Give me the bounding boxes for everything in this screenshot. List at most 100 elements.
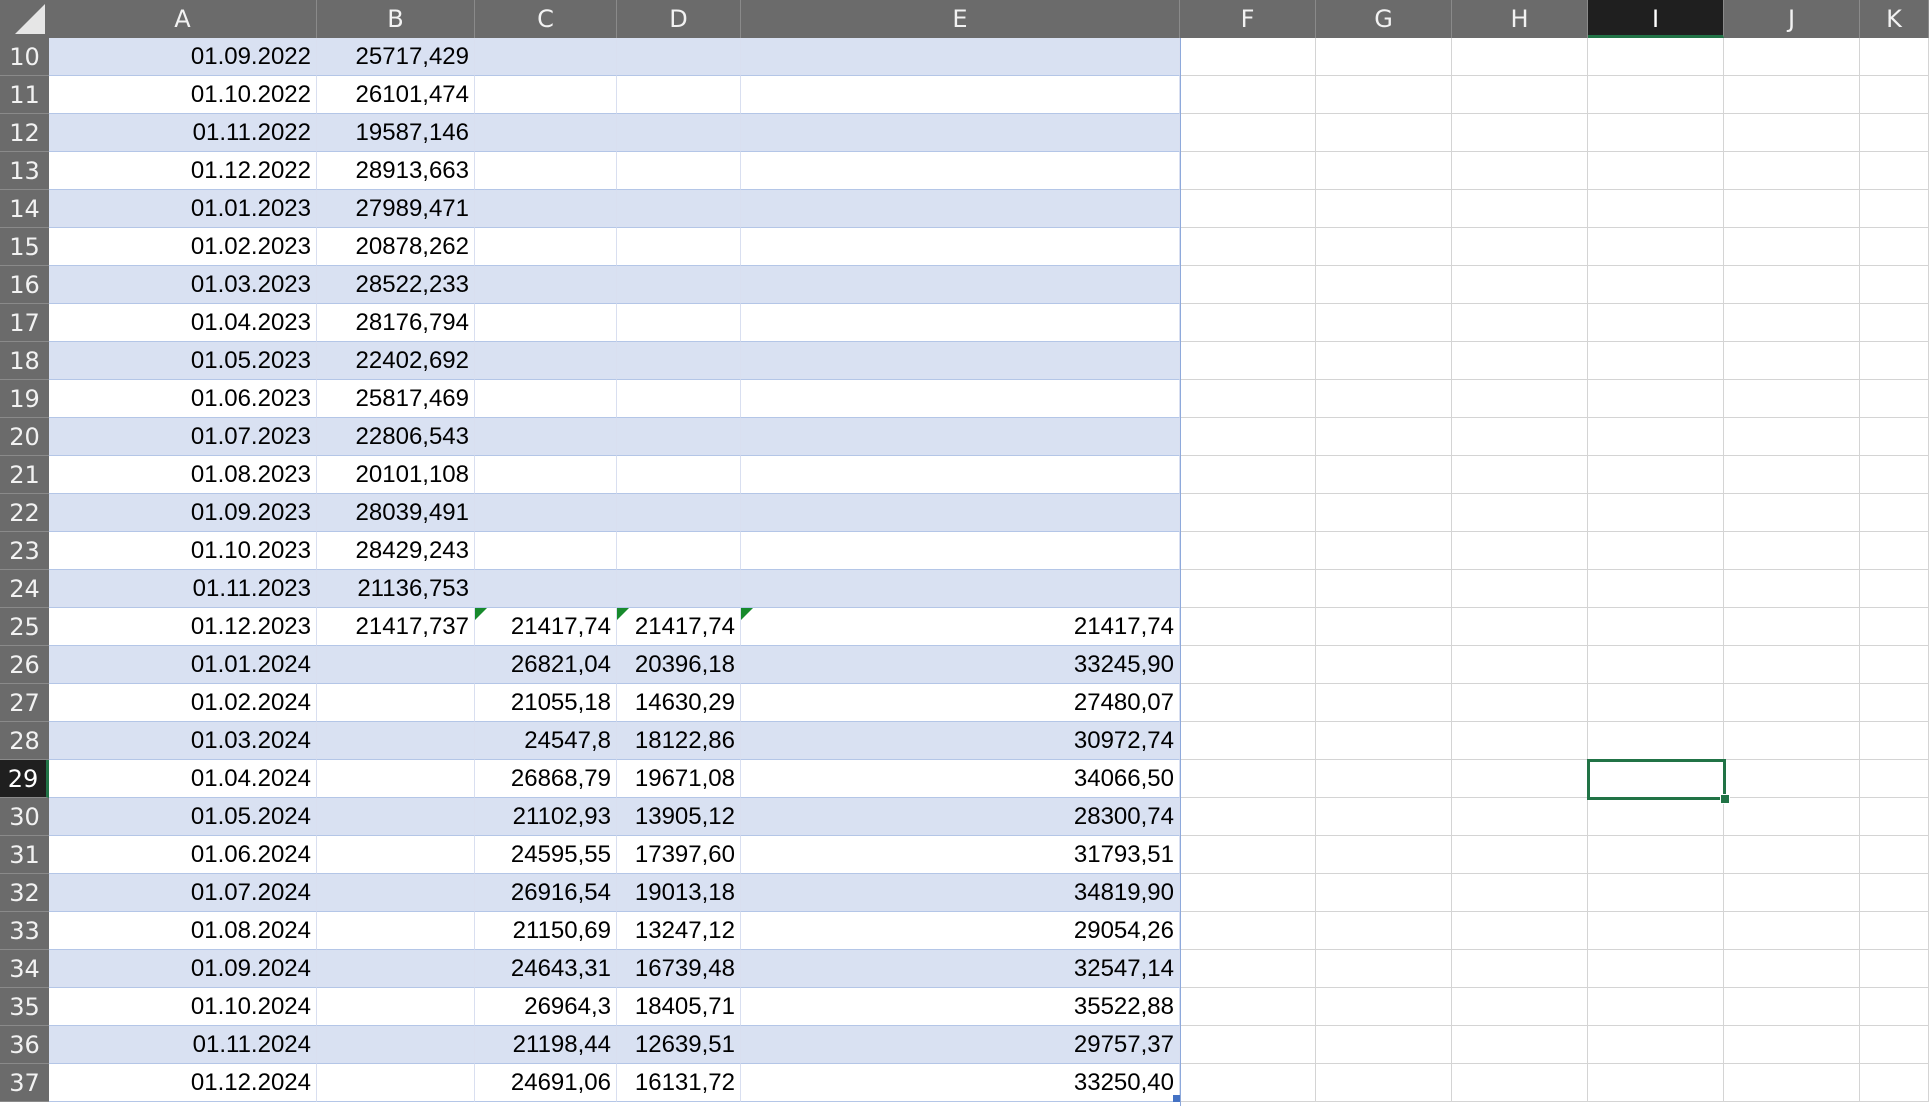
cell-b28[interactable] bbox=[317, 722, 475, 760]
select-all-button[interactable] bbox=[0, 0, 49, 38]
cell-d28[interactable]: 18122,86 bbox=[617, 722, 741, 760]
cell-j21[interactable] bbox=[1724, 456, 1860, 494]
cell-a22[interactable]: 01.09.2023 bbox=[49, 494, 317, 532]
cell-i21[interactable] bbox=[1588, 456, 1724, 494]
cell-k14[interactable] bbox=[1860, 190, 1929, 228]
row-header[interactable]: 35 bbox=[0, 988, 49, 1026]
row-header[interactable]: 36 bbox=[0, 1026, 49, 1064]
cell-j10[interactable] bbox=[1724, 38, 1860, 76]
cell-b20[interactable]: 22806,543 bbox=[317, 418, 475, 456]
cell-g16[interactable] bbox=[1316, 266, 1452, 304]
cell-b25[interactable]: 21417,737 bbox=[317, 608, 475, 646]
cell-f35[interactable] bbox=[1180, 988, 1316, 1026]
row-header[interactable]: 19 bbox=[0, 380, 49, 418]
cell-b23[interactable]: 28429,243 bbox=[317, 532, 475, 570]
cell-i30[interactable] bbox=[1588, 798, 1724, 836]
cell-c17[interactable] bbox=[475, 304, 617, 342]
column-header-f[interactable]: F bbox=[1180, 0, 1316, 38]
cell-e18[interactable] bbox=[741, 342, 1180, 380]
cell-a16[interactable]: 01.03.2023 bbox=[49, 266, 317, 304]
cell-h28[interactable] bbox=[1452, 722, 1588, 760]
cell-d27[interactable]: 14630,29 bbox=[617, 684, 741, 722]
row-header[interactable]: 22 bbox=[0, 494, 49, 532]
cell-h36[interactable] bbox=[1452, 1026, 1588, 1064]
cell-g33[interactable] bbox=[1316, 912, 1452, 950]
cell-a12[interactable]: 01.11.2022 bbox=[49, 114, 317, 152]
cell-c29[interactable]: 26868,79 bbox=[475, 760, 617, 798]
cell-h24[interactable] bbox=[1452, 570, 1588, 608]
cell-i17[interactable] bbox=[1588, 304, 1724, 342]
cell-k31[interactable] bbox=[1860, 836, 1929, 874]
cell-i16[interactable] bbox=[1588, 266, 1724, 304]
cell-b15[interactable]: 20878,262 bbox=[317, 228, 475, 266]
cell-i31[interactable] bbox=[1588, 836, 1724, 874]
cell-h12[interactable] bbox=[1452, 114, 1588, 152]
row-header[interactable]: 10 bbox=[0, 38, 49, 76]
cell-g32[interactable] bbox=[1316, 874, 1452, 912]
cell-h18[interactable] bbox=[1452, 342, 1588, 380]
cell-i23[interactable] bbox=[1588, 532, 1724, 570]
cell-a11[interactable]: 01.10.2022 bbox=[49, 76, 317, 114]
cell-f29[interactable] bbox=[1180, 760, 1316, 798]
cell-g11[interactable] bbox=[1316, 76, 1452, 114]
cell-d29[interactable]: 19671,08 bbox=[617, 760, 741, 798]
cell-g25[interactable] bbox=[1316, 608, 1452, 646]
cell-j31[interactable] bbox=[1724, 836, 1860, 874]
cell-f34[interactable] bbox=[1180, 950, 1316, 988]
cell-d13[interactable] bbox=[617, 152, 741, 190]
cell-g22[interactable] bbox=[1316, 494, 1452, 532]
cell-b18[interactable]: 22402,692 bbox=[317, 342, 475, 380]
cell-i11[interactable] bbox=[1588, 76, 1724, 114]
cell-b11[interactable]: 26101,474 bbox=[317, 76, 475, 114]
row-header[interactable]: 23 bbox=[0, 532, 49, 570]
cell-c23[interactable] bbox=[475, 532, 617, 570]
cell-k28[interactable] bbox=[1860, 722, 1929, 760]
cell-e23[interactable] bbox=[741, 532, 1180, 570]
cell-f31[interactable] bbox=[1180, 836, 1316, 874]
cell-a18[interactable]: 01.05.2023 bbox=[49, 342, 317, 380]
cell-k18[interactable] bbox=[1860, 342, 1929, 380]
cell-c13[interactable] bbox=[475, 152, 617, 190]
cell-c21[interactable] bbox=[475, 456, 617, 494]
cell-h30[interactable] bbox=[1452, 798, 1588, 836]
cell-c27[interactable]: 21055,18 bbox=[475, 684, 617, 722]
cell-c37[interactable]: 24691,06 bbox=[475, 1064, 617, 1102]
cell-k10[interactable] bbox=[1860, 38, 1929, 76]
row-header[interactable]: 37 bbox=[0, 1064, 49, 1102]
cell-e24[interactable] bbox=[741, 570, 1180, 608]
error-indicator-icon[interactable] bbox=[475, 608, 487, 620]
cell-f27[interactable] bbox=[1180, 684, 1316, 722]
cell-i34[interactable] bbox=[1588, 950, 1724, 988]
cell-j33[interactable] bbox=[1724, 912, 1860, 950]
cell-i15[interactable] bbox=[1588, 228, 1724, 266]
cell-j23[interactable] bbox=[1724, 532, 1860, 570]
row-header[interactable]: 21 bbox=[0, 456, 49, 494]
cell-b17[interactable]: 28176,794 bbox=[317, 304, 475, 342]
cell-f26[interactable] bbox=[1180, 646, 1316, 684]
cell-d24[interactable] bbox=[617, 570, 741, 608]
cell-c20[interactable] bbox=[475, 418, 617, 456]
cell-h20[interactable] bbox=[1452, 418, 1588, 456]
cell-k36[interactable] bbox=[1860, 1026, 1929, 1064]
cell-a29[interactable]: 01.04.2024 bbox=[49, 760, 317, 798]
row-header[interactable]: 13 bbox=[0, 152, 49, 190]
cell-c26[interactable]: 26821,04 bbox=[475, 646, 617, 684]
cell-k32[interactable] bbox=[1860, 874, 1929, 912]
row-header[interactable]: 32 bbox=[0, 874, 49, 912]
cell-k25[interactable] bbox=[1860, 608, 1929, 646]
cell-a34[interactable]: 01.09.2024 bbox=[49, 950, 317, 988]
cell-j22[interactable] bbox=[1724, 494, 1860, 532]
cell-j25[interactable] bbox=[1724, 608, 1860, 646]
row-header[interactable]: 30 bbox=[0, 798, 49, 836]
row-header[interactable]: 31 bbox=[0, 836, 49, 874]
row-header[interactable]: 24 bbox=[0, 570, 49, 608]
cell-a27[interactable]: 01.02.2024 bbox=[49, 684, 317, 722]
cell-g24[interactable] bbox=[1316, 570, 1452, 608]
cell-c25[interactable]: 21417,74 bbox=[475, 608, 617, 646]
cell-b14[interactable]: 27989,471 bbox=[317, 190, 475, 228]
cell-g37[interactable] bbox=[1316, 1064, 1452, 1102]
cell-f22[interactable] bbox=[1180, 494, 1316, 532]
cell-d34[interactable]: 16739,48 bbox=[617, 950, 741, 988]
cell-f19[interactable] bbox=[1180, 380, 1316, 418]
cell-e34[interactable]: 32547,14 bbox=[741, 950, 1180, 988]
